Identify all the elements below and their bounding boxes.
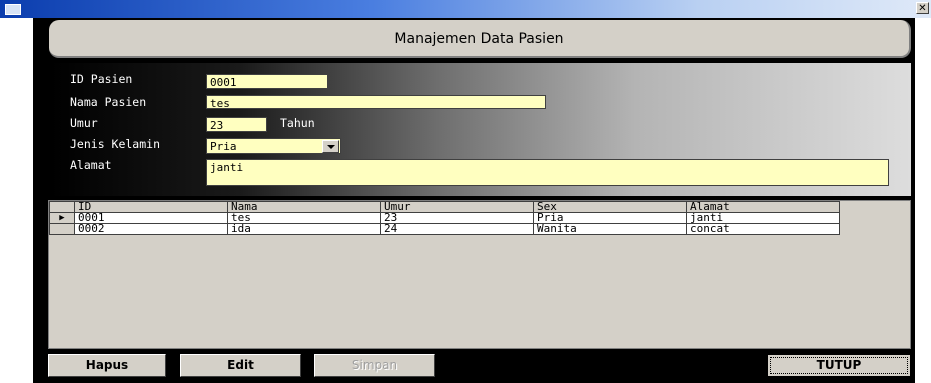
- hapus-button[interactable]: Hapus: [48, 354, 166, 377]
- simpan-button[interactable]: Simpan: [314, 354, 435, 377]
- cell-umur[interactable]: 24: [380, 223, 534, 235]
- row-selector[interactable]: [49, 223, 75, 235]
- cell-id[interactable]: 0002: [74, 223, 228, 235]
- cell-id[interactable]: 0001: [74, 212, 228, 224]
- table-row[interactable]: 0002 ida 24 Wanita concat: [49, 223, 840, 235]
- current-row-icon[interactable]: ▶: [49, 212, 75, 224]
- id-pasien-label: ID Pasien: [70, 72, 133, 86]
- umur-field[interactable]: 23: [206, 117, 267, 132]
- page-title: Manajemen Data Pasien: [394, 31, 564, 47]
- app-icon[interactable]: [5, 4, 21, 15]
- cell-umur[interactable]: 23: [380, 212, 534, 224]
- row-selector-header: [49, 201, 75, 213]
- column-header-id[interactable]: ID: [74, 201, 228, 213]
- nama-pasien-field[interactable]: tes: [206, 95, 546, 110]
- table-row[interactable]: ▶ 0001 tes 23 Pria janti: [49, 212, 840, 224]
- chevron-down-icon[interactable]: [322, 140, 339, 153]
- column-header-umur[interactable]: Umur: [380, 201, 534, 213]
- column-header-sex[interactable]: Sex: [533, 201, 687, 213]
- cell-nama[interactable]: tes: [227, 212, 381, 224]
- jenis-kelamin-label: Jenis Kelamin: [70, 137, 161, 151]
- tutup-button[interactable]: TUTUP: [767, 354, 911, 377]
- table-header-row: ID Nama Umur Sex Alamat: [49, 201, 840, 213]
- edit-button[interactable]: Edit: [180, 354, 301, 377]
- patient-table: ID Nama Umur Sex Alamat ▶ 0001 tes 23 Pr…: [49, 201, 840, 235]
- nama-pasien-label: Nama Pasien: [70, 95, 147, 109]
- cell-sex[interactable]: Wanita: [533, 223, 687, 235]
- jenis-kelamin-select[interactable]: Pria: [206, 138, 341, 154]
- cell-sex[interactable]: Pria: [533, 212, 687, 224]
- alamat-label: Alamat: [70, 158, 112, 172]
- cell-alamat[interactable]: concat: [686, 223, 840, 235]
- patient-grid[interactable]: ID Nama Umur Sex Alamat ▶ 0001 tes 23 Pr…: [48, 200, 911, 349]
- cell-nama[interactable]: ida: [227, 223, 381, 235]
- title-bar[interactable]: [0, 0, 931, 18]
- jenis-kelamin-value: Pria: [210, 140, 237, 153]
- column-header-nama[interactable]: Nama: [227, 201, 381, 213]
- column-header-alamat[interactable]: Alamat: [686, 201, 840, 213]
- alamat-field[interactable]: janti: [206, 159, 889, 186]
- close-button[interactable]: ✕: [916, 2, 929, 14]
- umur-label: Umur: [70, 116, 98, 130]
- umur-unit-label: Tahun: [280, 116, 315, 130]
- header-panel: Manajemen Data Pasien: [49, 20, 911, 58]
- cell-alamat[interactable]: janti: [686, 212, 840, 224]
- id-pasien-field[interactable]: 0001: [206, 74, 328, 89]
